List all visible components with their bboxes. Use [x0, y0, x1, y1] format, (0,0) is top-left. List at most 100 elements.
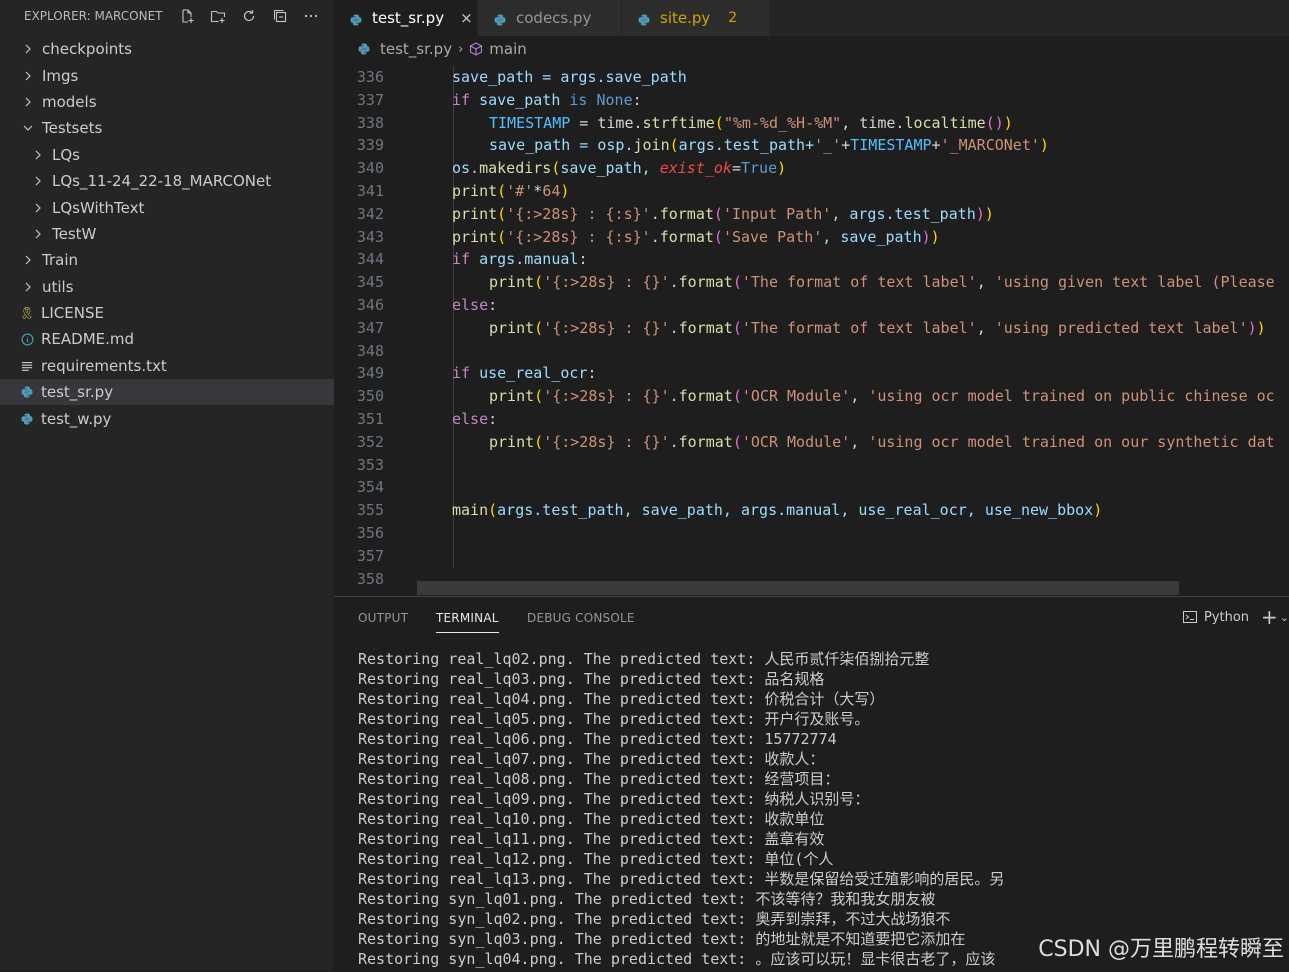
new-folder-icon[interactable]	[210, 8, 226, 24]
code-token: 'OCR Module'	[741, 387, 851, 406]
tree-item[interactable]: Train	[0, 247, 334, 273]
chevron-down-icon[interactable]: ⌄	[1280, 611, 1289, 624]
code-token: )	[1256, 318, 1266, 337]
tree-item[interactable]: models	[0, 89, 334, 115]
code-line[interactable]: 349 if use_real_ocr:	[334, 362, 1289, 386]
code-line[interactable]: 351 else:	[334, 407, 1289, 431]
tree-item[interactable]: LQs_11-24_22-18_MARCONet	[0, 168, 334, 194]
code-line[interactable]: 354	[334, 476, 1289, 500]
tab-codecs-py[interactable]: codecs.py	[478, 0, 622, 36]
tree-item-label: TestW	[52, 224, 97, 243]
code-token: )	[984, 204, 994, 223]
terminal-line: Restoring real_lq02.png. The predicted t…	[358, 650, 930, 668]
tab-test_sr-py[interactable]: test_sr.py ×	[334, 0, 478, 36]
new-terminal-icon[interactable]: +	[1261, 607, 1278, 627]
code-line[interactable]: 341 print('#'*64)	[334, 179, 1289, 203]
tree-item[interactable]: Testsets	[0, 115, 334, 141]
code-token: )	[1039, 136, 1049, 155]
code-token: format	[659, 227, 714, 246]
code-token: :	[578, 250, 588, 269]
code-line[interactable]: 343 print('{:>28s} : {:s}'.format('Save P…	[334, 225, 1289, 249]
chevron-right-icon	[32, 202, 44, 214]
breadcrumb-symbol[interactable]: main	[489, 40, 526, 58]
code-token: ()	[985, 113, 1004, 132]
code-line[interactable]: 347 print('{:>28s} : {}'.format('The form…	[334, 316, 1289, 340]
tree-item-label: test_w.py	[41, 409, 112, 428]
terminal-shell-name[interactable]: Python	[1204, 610, 1249, 625]
code-token: 'using given text label (Please	[994, 273, 1275, 292]
breadcrumb-file[interactable]: test_sr.py	[380, 40, 452, 58]
code-token: (	[669, 136, 679, 155]
code-token: save_path = osp.	[489, 136, 634, 155]
code-token: args.test_path+	[678, 136, 815, 155]
code-token: '{:>28s} : {}'	[543, 273, 670, 292]
tree-item[interactable]: LQsWithText	[0, 194, 334, 220]
tree-item[interactable]: test_sr.py	[0, 379, 334, 406]
tab-site-py[interactable]: site.py 2	[622, 0, 770, 36]
python-file-icon	[20, 385, 34, 399]
panel-tab-terminal[interactable]: TERMINAL	[436, 611, 499, 633]
code-line[interactable]: 344 if args.manual:	[334, 248, 1289, 272]
indent-guide	[453, 271, 454, 294]
code-line[interactable]: 342 print('{:>28s} : {:s}'.format('Input …	[334, 202, 1289, 226]
tree-item[interactable]: checkpoints	[0, 36, 334, 62]
code-token: , save_path	[822, 227, 922, 246]
code-line[interactable]: 339 save_path = osp.join(args.test_path+'…	[334, 134, 1289, 158]
code-token: (	[534, 387, 544, 406]
code-line[interactable]: 346 else:	[334, 293, 1289, 317]
code-line[interactable]: 355 main(args.test_path, save_path, args.…	[334, 499, 1289, 522]
panel-tab-output[interactable]: OUTPUT	[358, 611, 408, 625]
indent-guide	[453, 111, 454, 135]
code-line[interactable]: 338 TIMESTAMP = time.strftime("%m-%d_%H-%…	[334, 111, 1289, 135]
tree-item[interactable]: TestW	[0, 221, 334, 247]
code-line[interactable]: 345 print('{:>28s} : {}'.format('The form…	[334, 271, 1289, 294]
tree-item-label: LQs	[52, 145, 80, 164]
code-token: (	[534, 432, 544, 451]
tree-item[interactable]: test_w.py	[0, 405, 334, 431]
tree-item[interactable]: README.md	[0, 326, 334, 352]
tree-item[interactable]: Imgs	[0, 62, 334, 88]
code-line[interactable]: 356	[334, 521, 1289, 545]
code-text: if use_real_ocr:	[452, 362, 597, 385]
code-editor[interactable]: 336 save_path = args.save_path 337 if save_…	[334, 66, 1289, 596]
code-line[interactable]: 337 if save_path is None:	[334, 88, 1289, 112]
horizontal-scrollbar[interactable]	[417, 581, 1179, 595]
code-line[interactable]: 353	[334, 453, 1289, 477]
code-token: .	[669, 318, 679, 337]
code-line[interactable]: 340 os.makedirs(save_path, exist_ok=True)	[334, 157, 1289, 180]
terminal-icon[interactable]	[1182, 609, 1198, 625]
code-token: format	[678, 273, 733, 292]
indent-guide	[453, 521, 454, 545]
code-token: (	[534, 273, 544, 292]
tree-item[interactable]: utils	[0, 274, 334, 300]
close-icon[interactable]: ×	[460, 9, 473, 27]
code-line[interactable]: 352 print('{:>28s} : {}'.format('OCR Modu…	[334, 430, 1289, 454]
refresh-icon[interactable]	[241, 8, 257, 24]
line-number: 354	[356, 478, 384, 497]
code-token: print	[489, 432, 535, 451]
terminal-line: Restoring syn_lq04.png. The predicted te…	[358, 950, 996, 968]
code-line[interactable]: 350 print('{:>28s} : {}'.format('OCR Modu…	[334, 385, 1289, 408]
code-token: True	[741, 159, 778, 178]
line-number: 339	[356, 136, 384, 155]
breadcrumb: test_sr.py › main	[334, 36, 1289, 62]
file-tree: checkpoints Imgs models Testsets LQs LQs_11-2…	[0, 36, 334, 432]
code-text: save_path = osp.join(args.test_path+'_'+…	[489, 134, 1049, 157]
code-line[interactable]: 348	[334, 339, 1289, 363]
code-line[interactable]: 357	[334, 544, 1289, 568]
breadcrumb-separator-icon: ›	[458, 41, 464, 57]
new-file-icon[interactable]	[179, 8, 195, 24]
terminal-output[interactable]: Restoring real_lq02.png. The predicted t…	[358, 649, 1004, 969]
line-number: 349	[356, 364, 384, 383]
tree-item[interactable]: requirements.txt	[0, 353, 334, 379]
panel-tab-debug-console[interactable]: DEBUG CONSOLE	[527, 611, 635, 625]
code-token: print	[489, 273, 535, 292]
code-token: print	[489, 387, 535, 406]
code-token: 'using predicted text label'	[994, 318, 1248, 337]
code-line[interactable]: 336 save_path = args.save_path	[334, 66, 1289, 89]
collapse-all-icon[interactable]	[272, 8, 288, 24]
tree-item[interactable]: 🎗 LICENSE	[0, 300, 334, 326]
line-number: 348	[356, 341, 384, 360]
tree-item[interactable]: LQs	[0, 142, 334, 168]
more-actions-icon[interactable]	[303, 8, 319, 24]
